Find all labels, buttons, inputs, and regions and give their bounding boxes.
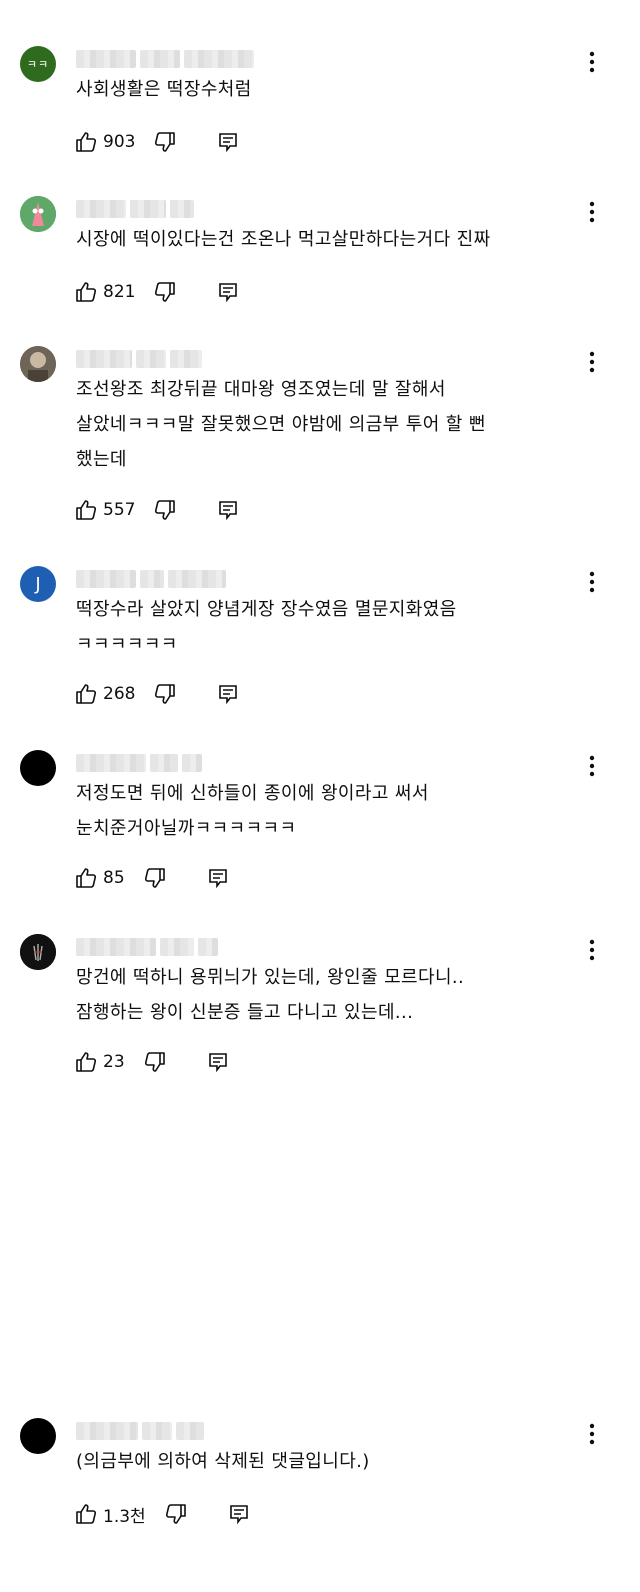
dislike-button[interactable] — [143, 1050, 167, 1074]
thumbs-up-icon — [74, 498, 98, 522]
dislike-button[interactable] — [153, 498, 177, 522]
dislike-button[interactable] — [153, 280, 177, 304]
like-count: 85 — [103, 868, 125, 888]
comment-text: (의금부에 의하여 삭제된 댓글입니다.) — [76, 1451, 370, 1472]
reply-button[interactable] — [228, 1503, 250, 1525]
avatar[interactable] — [20, 934, 56, 970]
author-name-blurred[interactable] — [76, 50, 254, 68]
reply-button[interactable] — [217, 683, 239, 705]
thumbs-down-icon — [143, 1050, 167, 1074]
reply-icon — [217, 683, 239, 705]
more-options-icon[interactable] — [582, 1420, 602, 1448]
reply-button[interactable] — [217, 131, 239, 153]
reply-icon — [217, 499, 239, 521]
more-options-icon[interactable] — [582, 348, 602, 376]
comment-text: 망건에 떡하니 용뮈늬가 있는데, 왕인줄 모르다니.. 잠행하는 왕이 신분증… — [76, 967, 465, 1023]
author-name-blurred[interactable] — [76, 938, 218, 956]
thumbs-down-icon — [153, 682, 177, 706]
reply-icon — [217, 131, 239, 153]
reply-icon — [217, 281, 239, 303]
comment-text: 시장에 떡이있다는건 조온나 먹고살만하다는거다 진짜 — [76, 229, 491, 250]
comment-actions: 23 — [74, 1050, 229, 1074]
photo-avatar-icon — [20, 346, 56, 382]
thumbs-down-icon — [153, 280, 177, 304]
reply-button[interactable] — [217, 281, 239, 303]
thumbs-down-icon — [143, 866, 167, 890]
comment-text: 떡장수라 살았지 양념게장 장수였음 멸문지화였음 ㅋㅋㅋㅋㅋㅋ — [76, 599, 457, 655]
comment-actions: 821 — [74, 280, 239, 304]
like-button[interactable]: 85 — [74, 866, 143, 890]
like-button[interactable]: 821 — [74, 280, 153, 304]
comment-actions: 903 — [74, 130, 239, 154]
thumbs-up-icon — [74, 866, 98, 890]
author-name-blurred[interactable] — [76, 754, 202, 772]
dislike-button[interactable] — [164, 1502, 188, 1526]
comment-actions: 85 — [74, 866, 229, 890]
comment-actions: 557 — [74, 498, 239, 522]
reply-icon — [228, 1503, 250, 1525]
avatar[interactable]: J — [20, 566, 56, 602]
author-name-blurred[interactable] — [76, 1422, 204, 1440]
dislike-button[interactable] — [143, 866, 167, 890]
more-options-icon[interactable] — [582, 568, 602, 596]
author-name-blurred[interactable] — [76, 570, 226, 588]
reply-icon — [207, 1051, 229, 1073]
like-button[interactable]: 268 — [74, 682, 153, 706]
like-count: 268 — [103, 684, 136, 704]
like-button[interactable]: 903 — [74, 130, 153, 154]
more-options-icon[interactable] — [582, 48, 602, 76]
dislike-button[interactable] — [153, 130, 177, 154]
like-count: 23 — [103, 1052, 125, 1072]
thumbs-up-icon — [74, 130, 98, 154]
thumbs-up-icon — [74, 1050, 98, 1074]
avatar[interactable] — [20, 196, 56, 232]
comment-text: 저정도면 뒤에 신하들이 종이에 왕이라고 써서 눈치준거아닐까ㅋㅋㅋㅋㅋㅋ — [76, 783, 429, 839]
thumbs-up-icon — [74, 682, 98, 706]
author-name-blurred[interactable] — [76, 350, 202, 368]
avatar[interactable] — [20, 1418, 56, 1454]
author-name-blurred[interactable] — [76, 200, 194, 218]
like-count: 1.3천 — [103, 1506, 146, 1527]
reply-button[interactable] — [207, 1051, 229, 1073]
thumbs-up-icon — [74, 1502, 98, 1526]
reply-button[interactable] — [217, 499, 239, 521]
like-count: 557 — [103, 500, 136, 520]
like-button[interactable]: 1.3천 — [74, 1502, 164, 1527]
like-count: 821 — [103, 282, 136, 302]
dislike-button[interactable] — [153, 682, 177, 706]
like-count: 903 — [103, 132, 136, 152]
reply-button[interactable] — [207, 867, 229, 889]
comment-text: 사회생활은 떡장수처럼 — [76, 79, 252, 100]
avatar[interactable] — [20, 750, 56, 786]
like-button[interactable]: 557 — [74, 498, 153, 522]
avatar[interactable] — [20, 346, 56, 382]
comment-actions: 268 — [74, 682, 239, 706]
patrick-avatar-icon — [20, 196, 56, 232]
dark-figure-avatar-icon — [20, 934, 56, 970]
thumbs-down-icon — [153, 498, 177, 522]
more-options-icon[interactable] — [582, 936, 602, 964]
avatar[interactable]: ㅋㅋ — [20, 46, 56, 82]
thumbs-down-icon — [164, 1502, 188, 1526]
comment-text: 조선왕조 최강뒤끝 대마왕 영조였는데 말 잘해서 살았네ㅋㅋㅋ말 잘못했으면 … — [76, 379, 486, 470]
like-button[interactable]: 23 — [74, 1050, 143, 1074]
thumbs-down-icon — [153, 130, 177, 154]
comment-actions: 1.3천 — [74, 1502, 250, 1527]
more-options-icon[interactable] — [582, 752, 602, 780]
thumbs-up-icon — [74, 280, 98, 304]
reply-icon — [207, 867, 229, 889]
